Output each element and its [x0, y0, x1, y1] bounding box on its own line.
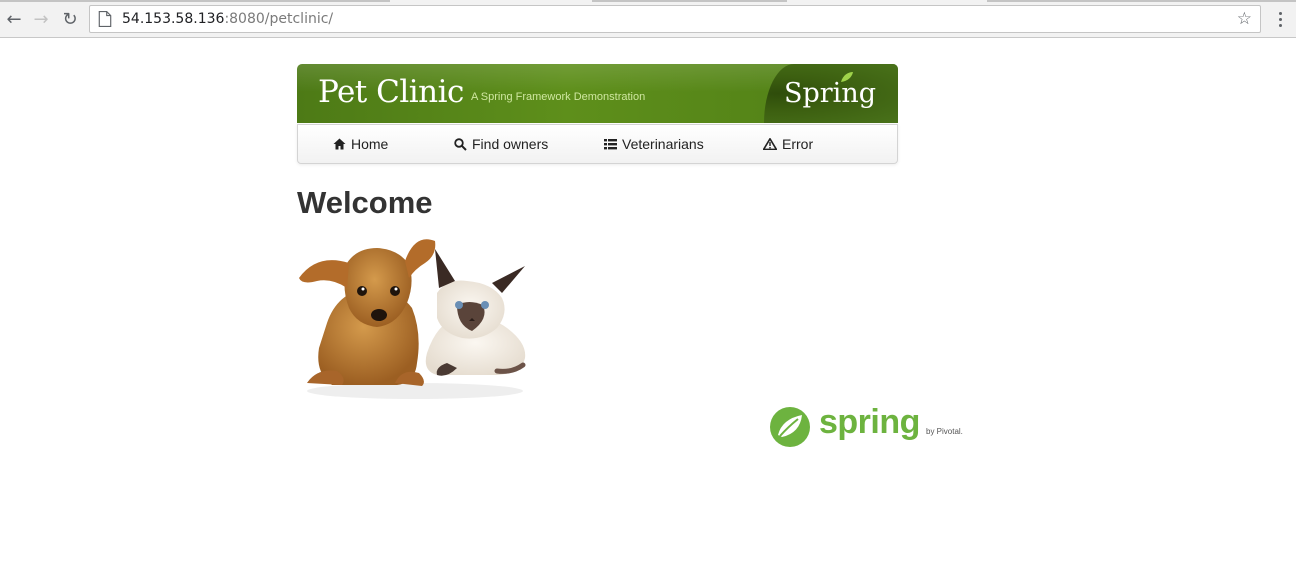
- url-path: :8080/petclinic/: [224, 11, 334, 27]
- list-icon: [604, 139, 617, 150]
- nav-veterinarians[interactable]: Veterinarians: [604, 125, 704, 163]
- site-tagline: A Spring Framework Demonstration: [471, 91, 646, 103]
- home-icon: [333, 138, 346, 150]
- spring-brand-panel: Spring: [764, 64, 898, 123]
- spring-brand-text: Spring: [784, 78, 876, 109]
- url-host: 54.153.58.136: [122, 11, 225, 27]
- page-title: Welcome: [297, 185, 433, 220]
- forward-arrow-icon[interactable]: →: [29, 7, 53, 31]
- nav-home-label: Home: [351, 136, 389, 152]
- site-banner: Pet Clinic A Spring Framework Demonstrat…: [297, 64, 898, 123]
- tab-strip-edge: [0, 0, 1296, 2]
- nav-find-owners[interactable]: Find owners: [454, 125, 548, 163]
- pivotal-logo-text: by Pivotal.: [926, 427, 963, 436]
- spring-leaf-logo-icon: [770, 407, 810, 447]
- more-vert-icon[interactable]: [1270, 8, 1290, 30]
- spring-by-pivotal-logo: spring by Pivotal.: [768, 403, 978, 450]
- reload-icon[interactable]: ↻: [58, 7, 82, 31]
- search-icon: [454, 137, 467, 151]
- page-icon: [98, 11, 112, 27]
- pets-image: [299, 239, 526, 399]
- star-icon[interactable]: ☆: [1237, 9, 1252, 29]
- browser-toolbar: ← → ↻ 54.153.58.136:8080/petclinic/ ☆: [0, 0, 1296, 38]
- site-title: Pet Clinic: [318, 74, 464, 110]
- spring-logo-text: spring: [819, 403, 920, 441]
- nav-home[interactable]: Home: [333, 125, 388, 163]
- nav-veterinarians-label: Veterinarians: [622, 136, 704, 152]
- nav-error[interactable]: Error: [763, 125, 813, 163]
- main-navbar: Home Find owners Veterinarians Error: [297, 124, 898, 164]
- back-arrow-icon[interactable]: ←: [2, 7, 26, 31]
- warning-icon: [763, 138, 777, 150]
- nav-find-owners-label: Find owners: [472, 136, 549, 152]
- address-bar[interactable]: 54.153.58.136:8080/petclinic/ ☆: [89, 5, 1261, 33]
- nav-error-label: Error: [782, 136, 814, 152]
